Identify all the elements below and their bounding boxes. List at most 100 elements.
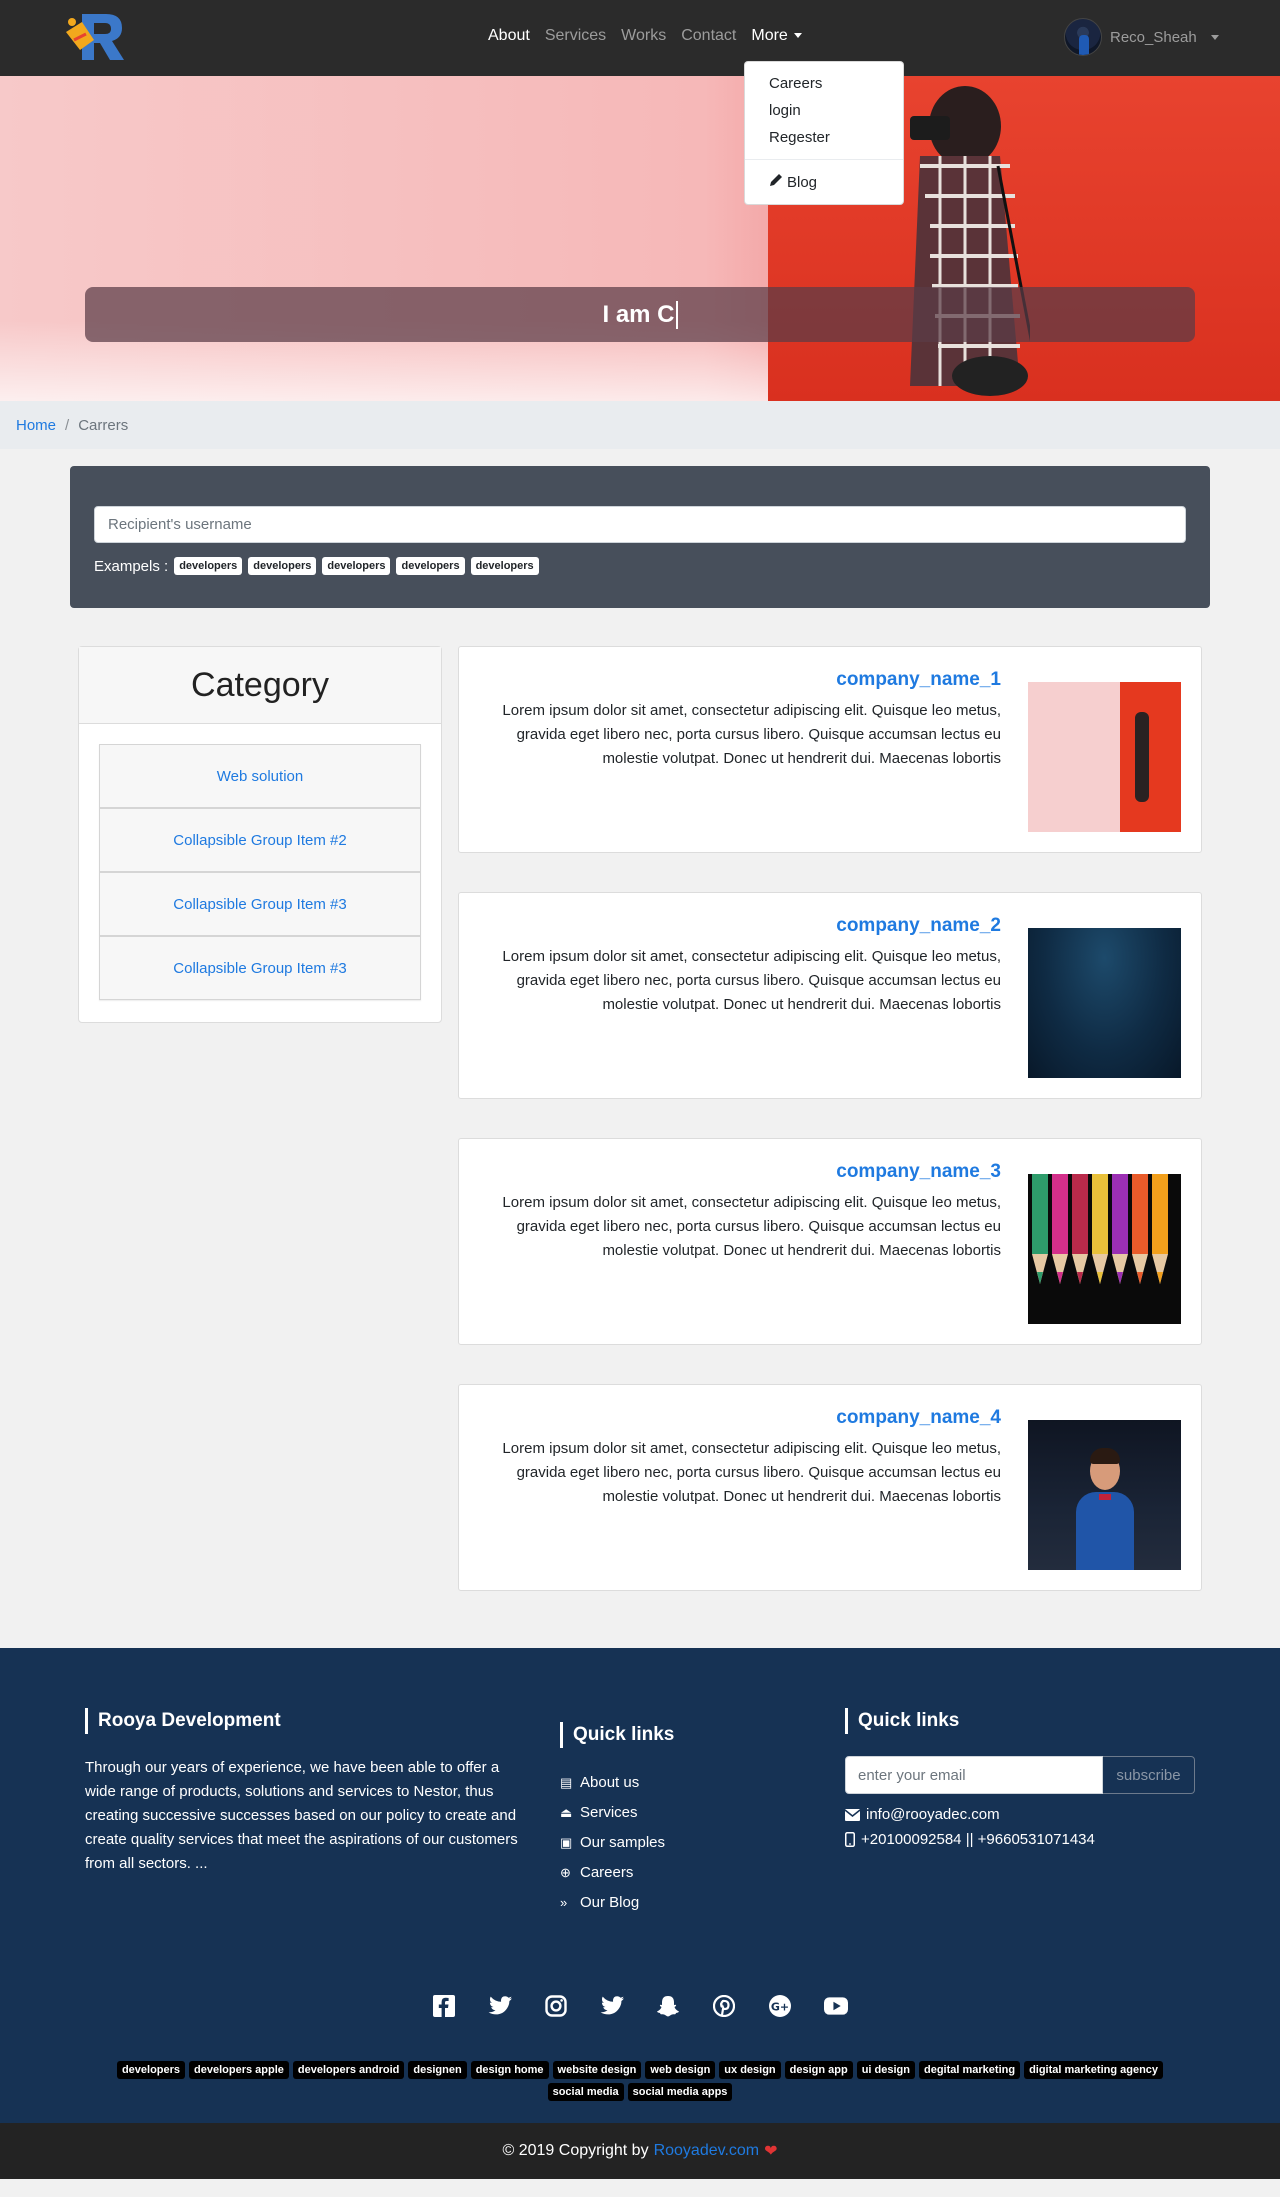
nav-contact[interactable]: Contact	[681, 27, 736, 45]
contact-email: info@rooyadec.com	[845, 1806, 1195, 1823]
nav-about[interactable]: About	[488, 27, 530, 45]
company-card: company_name_3 Lorem ipsum dolor sit ame…	[458, 1138, 1202, 1345]
breadcrumb-separator: /	[65, 416, 70, 434]
search-panel: Exampels : developers developers develop…	[70, 466, 1210, 608]
colored-pencils-image	[1032, 1174, 1168, 1284]
contact-phone: +20100092584 || +9660531071434	[845, 1831, 1195, 1848]
category-list: Web solution Collapsible Group Item #2 C…	[79, 724, 441, 1000]
nav-services[interactable]: Services	[545, 27, 606, 45]
company-list: company_name_1 Lorem ipsum dolor sit ame…	[458, 646, 1202, 1630]
example-tag[interactable]: developers	[248, 557, 317, 575]
example-tag[interactable]: developers	[396, 557, 465, 575]
category-item-group-2[interactable]: Collapsible Group Item #2	[99, 808, 421, 872]
contact-phone-text: +20100092584 || +9660531071434	[861, 1831, 1095, 1848]
footer-tag[interactable]: design app	[784, 2061, 853, 2079]
youtube-icon[interactable]	[824, 1994, 848, 2018]
nav-more-label: More	[751, 27, 788, 44]
pencil-icon	[770, 174, 782, 186]
category-title: Category	[79, 647, 441, 724]
footer-link-services[interactable]: ⏏ Services	[560, 1798, 674, 1828]
company-description: Lorem ipsum dolor sit amet, consectetur …	[502, 1194, 1001, 1259]
company-card: company_name_1 Lorem ipsum dolor sit ame…	[458, 646, 1202, 853]
nav-more-toggle[interactable]: More	[751, 27, 802, 45]
copyright-bar: © 2019 Copyright by Rooyadev.com ❤	[0, 2123, 1280, 2179]
company-name-link[interactable]: company_name_3	[836, 1161, 1001, 1183]
chevron-down-icon	[1210, 34, 1219, 40]
pinterest-icon[interactable]	[712, 1994, 736, 2018]
company-name-link[interactable]: company_name_2	[836, 915, 1001, 937]
category-panel: Category Web solution Collapsible Group …	[78, 646, 442, 1023]
company-name-link[interactable]: company_name_1	[836, 669, 1001, 691]
footer-tag[interactable]: design home	[470, 2061, 549, 2079]
footer-tag[interactable]: developers apple	[189, 2061, 289, 2079]
footer-link-label: Careers	[580, 1864, 634, 1881]
footer-link-about[interactable]: ▤ About us	[560, 1768, 674, 1798]
svg-text:G+: G+	[771, 2000, 789, 2013]
contact-email-text: info@rooyadec.com	[866, 1806, 1000, 1823]
dropdown-item-register[interactable]: Regester	[745, 124, 903, 151]
briefcase-icon: ▣	[560, 1835, 573, 1850]
company-card: company_name_2 Lorem ipsum dolor sit ame…	[458, 892, 1202, 1099]
footer-tag[interactable]: web design	[645, 2061, 716, 2079]
example-tag[interactable]: developers	[470, 557, 539, 575]
company-name-link[interactable]: company_name_4	[836, 1407, 1001, 1429]
facebook-icon[interactable]	[432, 1994, 456, 2018]
subscribe-email-input[interactable]	[845, 1756, 1103, 1794]
subscribe-form: subscribe	[845, 1756, 1195, 1794]
copyright-text: © 2019 Copyright by	[502, 2142, 649, 2159]
dropdown-divider	[745, 159, 903, 160]
user-name: Reco_Sheah	[1110, 28, 1197, 46]
footer-tag[interactable]: developers	[116, 2061, 186, 2079]
footer-tag[interactable]: degital marketing	[918, 2061, 1021, 2079]
category-item-group-3b[interactable]: Collapsible Group Item #3	[99, 936, 421, 1000]
google-plus-icon[interactable]: G+	[768, 1994, 792, 2018]
footer-link-careers[interactable]: ⊕ Careers	[560, 1858, 674, 1888]
company-image	[1028, 1420, 1181, 1570]
typing-cursor	[675, 300, 678, 329]
twitter-icon[interactable]	[488, 1994, 512, 2018]
dropdown-item-login[interactable]: login	[745, 97, 903, 124]
snapchat-icon[interactable]	[656, 1994, 680, 2018]
footer-tag[interactable]: digital marketing agency	[1024, 2061, 1164, 2079]
footer-about: Rooya Development Through our years of e…	[85, 1708, 530, 1876]
footer-tag[interactable]: developers android	[292, 2061, 405, 2079]
footer-tag[interactable]: ui design	[856, 2061, 915, 2079]
footer-tags: developers developers apple developers a…	[80, 2061, 1200, 2101]
hero-banner: I am C	[0, 76, 1280, 401]
mobile-phone-icon	[845, 1832, 855, 1847]
nav-works[interactable]: Works	[621, 27, 666, 45]
footer-links-list: ▤ About us ⏏ Services ▣ Our samples ⊕ Career…	[560, 1768, 674, 1918]
eject-icon: ⏏	[560, 1805, 573, 1820]
footer-link-blog[interactable]: » Our Blog	[560, 1888, 674, 1918]
footer-link-samples[interactable]: ▣ Our samples	[560, 1828, 674, 1858]
company-description: Lorem ipsum dolor sit amet, consectetur …	[502, 1440, 1001, 1505]
breadcrumb: Home / Carrers	[0, 401, 1280, 449]
footer-tag[interactable]: website design	[552, 2061, 642, 2079]
dropdown-item-careers[interactable]: Careers	[745, 70, 903, 97]
instagram-icon[interactable]	[544, 1994, 568, 2018]
brand-logo[interactable]	[60, 10, 130, 64]
copyright-site-link[interactable]: Rooyadev.com	[654, 2142, 760, 2160]
footer-tag[interactable]: social media apps	[627, 2083, 733, 2101]
subscribe-button[interactable]: subscribe	[1103, 1756, 1195, 1794]
search-input[interactable]	[94, 506, 1186, 543]
example-tag[interactable]: developers	[174, 557, 243, 575]
category-item-web-solution[interactable]: Web solution	[99, 744, 421, 808]
footer: Rooya Development Through our years of e…	[0, 1648, 1280, 2123]
footer-tag[interactable]: social media	[547, 2083, 624, 2101]
navbar: About Services Works Contact More Reco_S…	[0, 0, 1280, 76]
main-content: Category Web solution Collapsible Group …	[0, 608, 1280, 1648]
breadcrumb-home[interactable]: Home	[16, 417, 56, 434]
footer-tag[interactable]: ux design	[719, 2061, 781, 2079]
chevron-down-icon	[793, 33, 802, 39]
twitter-icon[interactable]	[600, 1994, 624, 2018]
person-hair	[1090, 1448, 1120, 1464]
company-description: Lorem ipsum dolor sit amet, consectetur …	[502, 948, 1001, 1013]
dropdown-item-blog[interactable]: Blog	[745, 168, 903, 196]
user-menu-toggle[interactable]: Reco_Sheah	[1064, 18, 1219, 56]
example-tag[interactable]: developers	[322, 557, 391, 575]
company-description: Lorem ipsum dolor sit amet, consectetur …	[502, 702, 1001, 767]
footer-links-title: Quick links	[560, 1722, 674, 1748]
category-item-group-3[interactable]: Collapsible Group Item #3	[99, 872, 421, 936]
footer-tag[interactable]: designen	[408, 2061, 467, 2079]
